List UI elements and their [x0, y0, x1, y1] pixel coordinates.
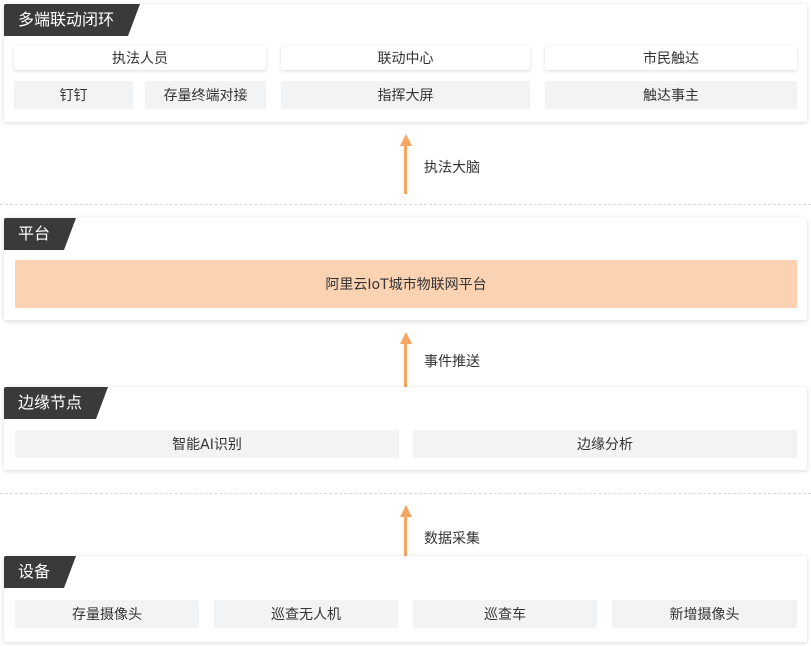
- closed-loop-layer: 多端联动闭环 执法人员 联动中心 市民触达 钉钉 存量终端对接 指挥大屏 触达事…: [4, 4, 807, 122]
- arrow-label-event-push: 事件推送: [424, 354, 480, 370]
- arrow-up-icon: [400, 332, 412, 390]
- item-command-screen: 指挥大屏: [281, 81, 530, 109]
- platform-title: 平台: [4, 218, 77, 250]
- iot-platform-box: 阿里云IoT城市物联网平台: [15, 260, 797, 308]
- devices-title: 设备: [4, 556, 77, 588]
- item-edge-analysis: 边缘分析: [413, 430, 797, 458]
- item-legacy-terminal: 存量终端对接: [145, 81, 266, 109]
- edge-title: 边缘节点: [4, 387, 109, 419]
- arrow-label-data-collection: 数据采集: [424, 531, 480, 547]
- header-linkage-center: 联动中心: [281, 46, 530, 70]
- item-patrol-drone: 巡查无人机: [214, 600, 398, 628]
- edge-layer: 边缘节点 智能AI识别 边缘分析: [4, 387, 807, 470]
- item-new-camera: 新增摄像头: [612, 600, 797, 628]
- item-patrol-car: 巡查车: [413, 600, 597, 628]
- item-legacy-camera: 存量摄像头: [15, 600, 199, 628]
- devices-layer: 设备 存量摄像头 巡查无人机 巡查车 新增摄像头: [4, 556, 807, 642]
- divider: [0, 493, 811, 494]
- arrow-up-icon: [400, 134, 412, 194]
- item-dingtalk: 钉钉: [14, 81, 133, 109]
- header-citizen-reach: 市民触达: [545, 46, 797, 70]
- closed-loop-title: 多端联动闭环: [4, 4, 141, 36]
- item-ai-recognition: 智能AI识别: [15, 430, 399, 458]
- header-enforcement-staff: 执法人员: [14, 46, 266, 70]
- item-reach-party: 触达事主: [545, 81, 797, 109]
- divider: [0, 204, 811, 205]
- platform-layer: 平台 阿里云IoT城市物联网平台: [4, 218, 807, 320]
- arrow-label-enforcement-brain: 执法大脑: [424, 160, 480, 176]
